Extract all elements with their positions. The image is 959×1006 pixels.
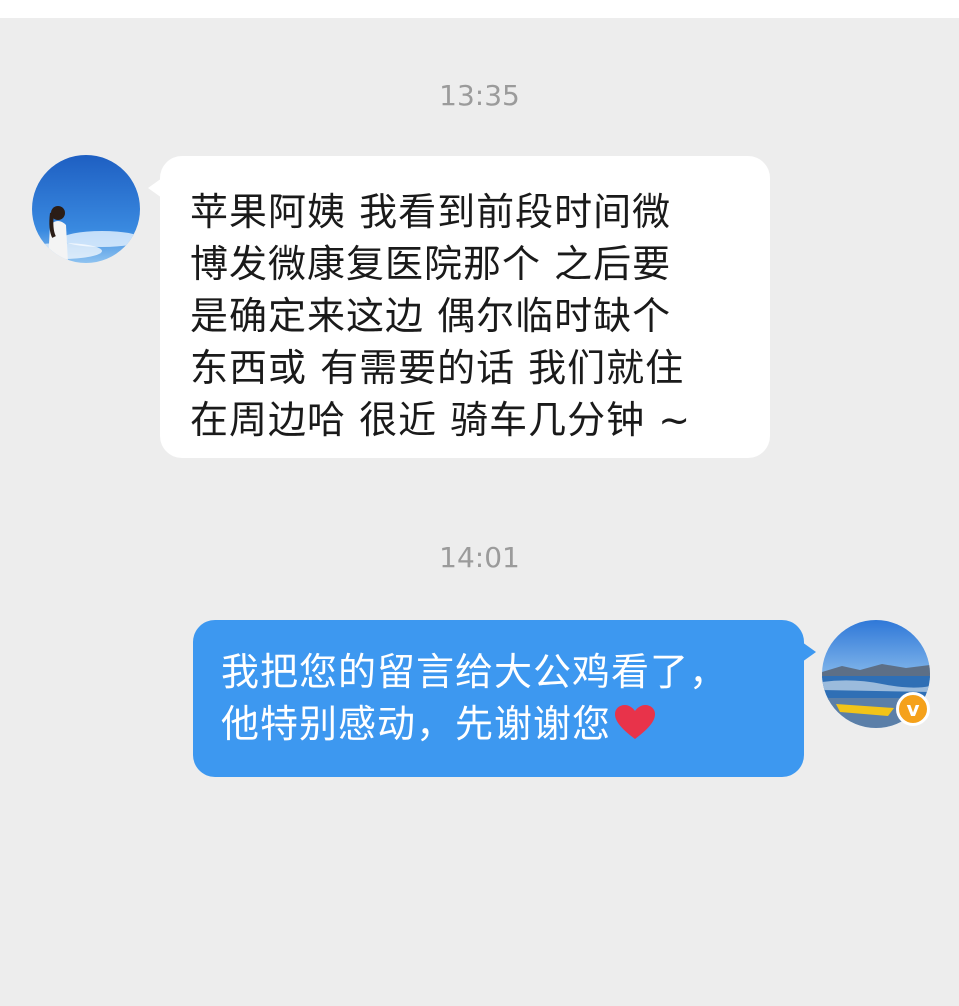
chat-area: 13:35 苹果阿姨 我看到前段时间微 博发微康复医院那个 之后要 是确定来这边… — [0, 18, 959, 1006]
contact-avatar[interactable] — [32, 155, 140, 263]
bubble-tail — [802, 642, 816, 662]
bubble-tail — [148, 178, 162, 198]
verified-badge: v — [896, 692, 930, 726]
red-heart-icon — [615, 702, 656, 754]
incoming-message-bubble[interactable]: 苹果阿姨 我看到前段时间微 博发微康复医院那个 之后要 是确定来这边 偶尔临时缺… — [148, 156, 770, 458]
outgoing-message-bubble[interactable]: 我把您的留言给大公鸡看了， 他特别感动，先谢谢您 — [193, 620, 816, 777]
outgoing-message-text: 我把您的留言给大公鸡看了， 他特别感动，先谢谢您 — [221, 646, 784, 754]
timestamp: 13:35 — [439, 79, 520, 112]
timestamp: 14:01 — [439, 541, 520, 574]
incoming-message-text: 苹果阿姨 我看到前段时间微 博发微康复医院那个 之后要 是确定来这边 偶尔临时缺… — [190, 190, 692, 442]
